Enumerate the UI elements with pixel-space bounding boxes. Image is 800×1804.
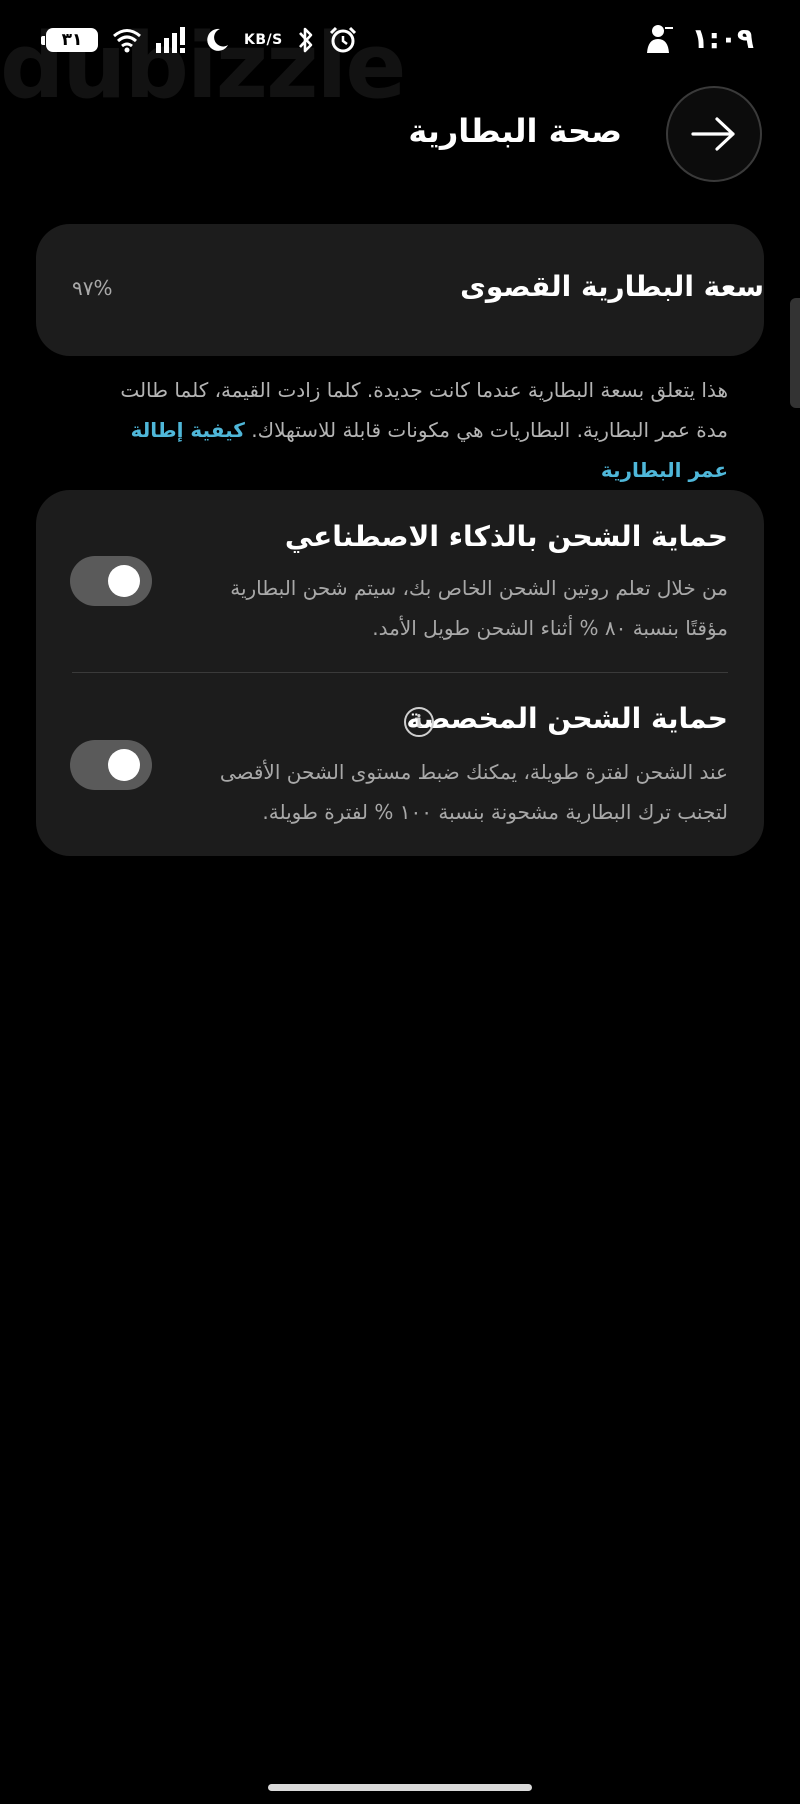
clock: ١:٠٩ (691, 22, 754, 55)
toggle-knob (108, 749, 140, 781)
bluetooth-icon (298, 27, 313, 53)
battery-capacity-label: سعة البطارية القصوى (460, 270, 764, 303)
divider (72, 672, 728, 673)
custom-charging-protection-toggle[interactable] (70, 740, 152, 790)
person-icon (647, 25, 673, 53)
ai-charging-protection-description: من خلال تعلم روتين الشحن الخاص بك، سيتم … (230, 576, 728, 640)
edge-panel-handle[interactable] (790, 298, 800, 408)
ai-charging-protection-title: حماية الشحن بالذكاء الاصطناعي (284, 520, 728, 553)
home-indicator[interactable] (268, 1784, 532, 1791)
status-bar: dubizzle ٣١ KB/S ١:٠٩ (0, 0, 800, 119)
back-button[interactable] (666, 86, 762, 182)
battery-level: ٣١ (61, 30, 83, 50)
arrow-right-icon (691, 117, 735, 151)
page-title: صحة البطارية (408, 112, 622, 150)
ai-charging-protection-toggle[interactable] (70, 556, 152, 606)
custom-charging-protection-title: حماية الشحن المخصصة (406, 702, 728, 735)
alarm-icon (329, 26, 356, 53)
network-speed-unit: KB/S (244, 32, 283, 48)
battery-capacity-value: %٩٧ (72, 276, 113, 300)
toggle-knob (108, 565, 140, 597)
battery-capacity-description: هذا يتعلق بسعة البطارية عندما كانت جديدة… (88, 370, 728, 490)
status-icons: ٣١ KB/S (41, 22, 357, 58)
info-icon[interactable]: i (404, 707, 434, 737)
wifi-icon (113, 29, 141, 53)
signal-icon (156, 27, 185, 53)
moon-icon (207, 28, 228, 51)
custom-charging-protection-description: عند الشحن لفترة طويلة، يمكنك ضبط مستوى ا… (219, 760, 728, 824)
battery-icon: ٣١ (41, 28, 98, 52)
